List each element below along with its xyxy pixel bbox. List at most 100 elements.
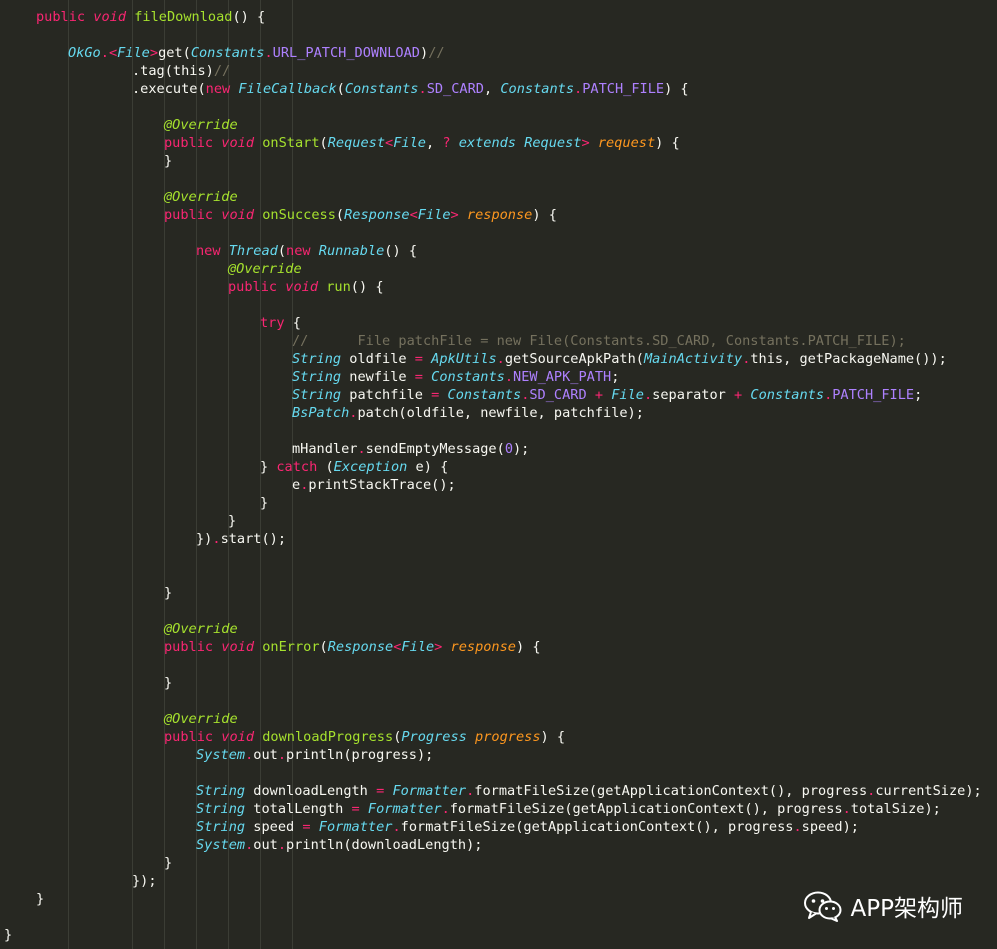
code-line[interactable]: public void run() {: [228, 278, 384, 296]
code-line[interactable]: @Override: [228, 260, 302, 278]
code-line[interactable]: String speed = Formatter.formatFileSize(…: [196, 818, 859, 836]
code-line[interactable]: String patchfile = Constants.SD_CARD + F…: [292, 386, 922, 404]
code-line[interactable]: try {: [260, 314, 301, 332]
code-line[interactable]: public void onError(Response<File> respo…: [164, 638, 541, 656]
code-token: printStackTrace();: [308, 477, 456, 493]
code-token: +: [734, 387, 743, 403]
code-line[interactable]: });: [132, 872, 157, 890]
code-token: () {: [232, 9, 266, 25]
code-line[interactable]: e.printStackTrace();: [292, 476, 456, 494]
code-line[interactable]: }: [4, 926, 12, 944]
code-line[interactable]: mHandler.sendEmptyMessage(0);: [292, 440, 529, 458]
code-token: .: [212, 531, 221, 547]
code-token: String: [292, 387, 342, 403]
code-line[interactable]: }: [260, 494, 268, 512]
code-line[interactable]: public void onStart(Request<File, ? exte…: [164, 134, 680, 152]
code-token: Formatter: [367, 801, 442, 817]
code-line[interactable]: public void onSuccess(Response<File> res…: [164, 206, 557, 224]
code-token: =: [351, 801, 360, 817]
code-token: .execute(: [132, 81, 206, 97]
code-token: File: [393, 135, 426, 151]
code-line[interactable]: }: [164, 584, 172, 602]
code-token: get(: [158, 45, 191, 61]
code-token: formatFileSize(getApplicationContext(), …: [449, 801, 843, 817]
code-token: this, getPackageName());: [750, 351, 947, 367]
code-token: BsPatch: [292, 405, 350, 421]
code-token: (: [335, 207, 345, 223]
code-token: () {: [384, 243, 418, 259]
code-token: =: [302, 819, 311, 835]
code-token: .: [574, 81, 583, 97]
code-token: separator: [652, 387, 735, 403]
code-line[interactable]: public void fileDownload() {: [36, 8, 265, 26]
code-token: sendEmptyMessage(: [365, 441, 505, 457]
code-token: @Override: [164, 711, 238, 727]
code-token: fileDownload: [134, 9, 233, 25]
code-token: oldfile: [341, 351, 415, 367]
code-line[interactable]: String newfile = Constants.NEW_APK_PATH;: [292, 368, 619, 386]
code-line[interactable]: @Override: [164, 710, 238, 728]
code-line[interactable]: .execute(new FileCallback(Constants.SD_C…: [132, 80, 689, 98]
code-token: ;: [611, 369, 620, 385]
code-token: PATCH_FILE: [832, 387, 915, 403]
code-line[interactable]: } catch (Exception e) {: [260, 458, 448, 476]
code-token: Progress: [401, 729, 467, 745]
code-token: .: [277, 747, 287, 763]
code-line[interactable]: System.out.println(downloadLength);: [196, 836, 482, 854]
code-line[interactable]: String totalLength = Formatter.formatFil…: [196, 800, 941, 818]
code-line[interactable]: @Override: [164, 188, 238, 206]
code-line[interactable]: }: [36, 890, 44, 908]
code-token: Runnable: [318, 243, 385, 259]
code-token: }: [164, 675, 173, 691]
code-token: <: [108, 45, 118, 61]
code-token: String: [196, 801, 246, 817]
code-token: println(downloadLength);: [286, 837, 483, 853]
code-line[interactable]: }: [228, 512, 236, 530]
code-token: formatFileSize(getApplicationContext(), …: [474, 783, 868, 799]
code-line[interactable]: @Override: [164, 116, 238, 134]
wechat-icon: [803, 890, 843, 922]
code-token: onError: [262, 639, 320, 655]
code-line[interactable]: }: [164, 152, 172, 170]
code-line[interactable]: new Thread(new Runnable() {: [196, 242, 417, 260]
code-token: ) {: [655, 135, 680, 151]
code-token: <: [385, 135, 394, 151]
code-line[interactable]: @Override: [164, 620, 238, 638]
code-token: Constants: [190, 45, 265, 61]
code-line[interactable]: }: [164, 674, 172, 692]
code-token: totalLength: [245, 801, 352, 817]
code-line[interactable]: }: [164, 854, 172, 872]
code-token: }: [164, 585, 173, 601]
code-token: @Override: [164, 621, 238, 637]
code-line[interactable]: public void downloadProgress(Progress pr…: [164, 728, 565, 746]
code-token: File: [611, 387, 644, 403]
code-token: ,: [483, 81, 501, 97]
code-line[interactable]: .tag(this)//: [132, 62, 230, 80]
code-line[interactable]: // File patchFile = new File(Constants.S…: [292, 332, 906, 350]
code-token: SD_CARD: [426, 81, 484, 97]
code-token: String: [196, 783, 246, 799]
code-token: .: [392, 819, 401, 835]
code-token: .: [100, 45, 109, 61]
code-line[interactable]: }).start();: [196, 530, 286, 548]
code-token: ) {: [664, 81, 689, 97]
code-token: Constants: [431, 369, 505, 385]
code-token: (: [277, 243, 287, 259]
code-token: });: [132, 873, 157, 889]
code-line[interactable]: String downloadLength = Formatter.format…: [196, 782, 982, 800]
code-line[interactable]: BsPatch.patch(oldfile, newfile, patchfil…: [292, 404, 644, 422]
code-token: try: [260, 315, 285, 331]
code-token: =: [414, 369, 423, 385]
code-token: (: [319, 135, 328, 151]
code-line[interactable]: System.out.println(progress);: [196, 746, 433, 764]
code-line[interactable]: OkGo.<File>get(Constants.URL_PATCH_DOWNL…: [68, 44, 445, 62]
code-line[interactable]: String oldfile = ApkUtils.getSourceApkPa…: [292, 350, 947, 368]
code-token: mHandler: [292, 441, 358, 457]
